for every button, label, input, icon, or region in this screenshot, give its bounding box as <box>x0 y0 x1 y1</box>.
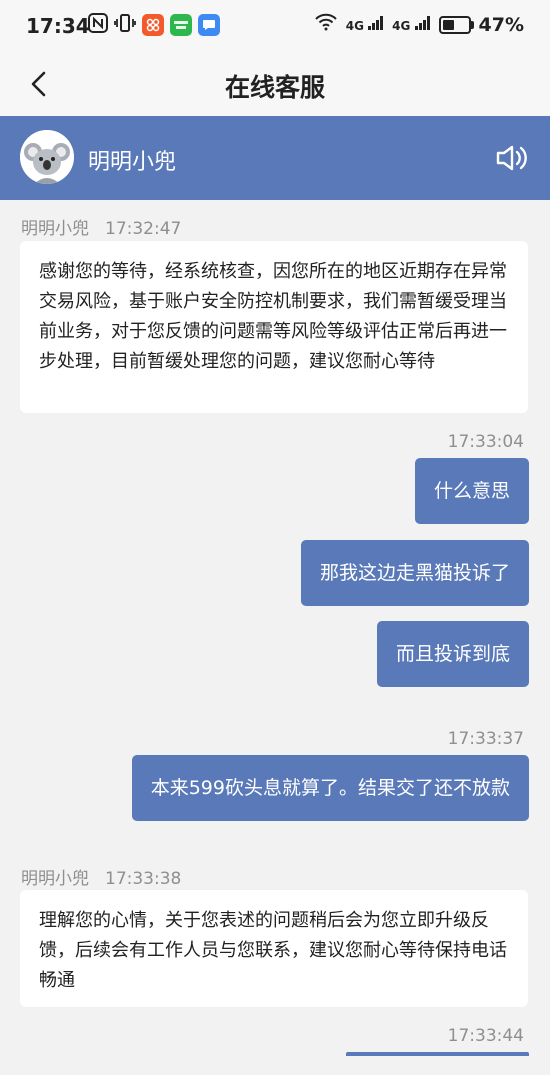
app-icon-orange <box>142 14 164 36</box>
message-time: 17:33:04 <box>447 432 524 452</box>
user-message-bubble: 什么意思 <box>414 458 529 524</box>
status-right: 4G 4G 47% <box>314 13 524 36</box>
nfc-icon <box>88 13 108 37</box>
message-time: 17:33:44 <box>447 1026 524 1046</box>
user-message-bubble-partial <box>346 1052 529 1056</box>
nav-bar: 在线客服 <box>0 52 550 116</box>
agent-message-bubble: 感谢您的等待，经系统核查，因您所在的地区近期存在异常交易风险，基于账户安全防控机… <box>20 241 528 413</box>
message-meta: 明明小兜 17:32:47 <box>21 214 181 239</box>
speaker-button[interactable] <box>494 140 530 176</box>
notification-icons <box>88 13 220 37</box>
agent-header: 明明小兜 <box>0 116 550 200</box>
sender-name: 明明小兜 <box>21 219 89 239</box>
status-bar: 17:34 4G 4G 47% <box>0 0 550 52</box>
battery-icon <box>438 15 474 34</box>
sender-name: 明明小兜 <box>21 869 89 889</box>
app-icon-iqiyi <box>170 14 192 36</box>
battery-percent: 47% <box>478 13 524 36</box>
message-time: 17:32:47 <box>105 219 182 239</box>
message-time: 17:33:38 <box>105 869 182 889</box>
battery-fill <box>442 19 454 30</box>
koala-avatar-icon <box>20 130 74 184</box>
agent-name: 明明小兜 <box>88 150 177 175</box>
page-title: 在线客服 <box>224 73 325 102</box>
signal-1: 4G <box>346 16 384 33</box>
app-icon-chat <box>198 14 220 36</box>
message-meta: 明明小兜 17:33:38 <box>21 864 181 889</box>
status-time: 17:34 <box>26 14 90 38</box>
vibrate-icon <box>114 13 136 37</box>
signal-2: 4G <box>392 16 430 33</box>
user-message-bubble: 而且投诉到底 <box>376 621 529 687</box>
agent-message-bubble: 理解您的心情，关于您表述的问题稍后会为您立即升级反馈，后续会有工作人员与您联系，… <box>20 890 528 1007</box>
avatar[interactable] <box>20 130 74 184</box>
message-time: 17:33:37 <box>447 729 524 749</box>
speaker-icon <box>496 145 527 171</box>
user-message-bubble: 本来599砍头息就算了。结果交了还不放款 <box>131 755 529 821</box>
wifi-icon <box>314 13 338 36</box>
user-message-bubble: 那我这边走黑猫投诉了 <box>300 540 529 606</box>
